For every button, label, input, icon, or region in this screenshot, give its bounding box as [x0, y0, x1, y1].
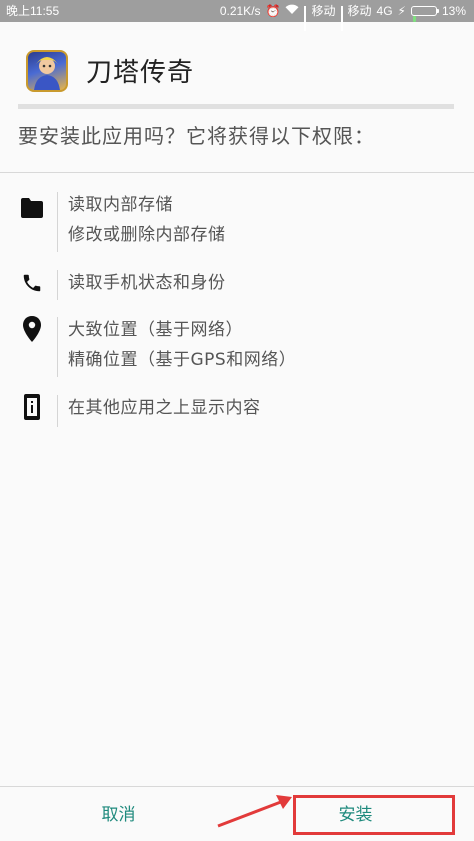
- folder-icon: [20, 196, 44, 220]
- app-title: 刀塔传奇: [86, 58, 195, 88]
- charging-icon: ⚡: [397, 4, 406, 18]
- permission-separator: [57, 317, 58, 377]
- permission-text: 在其他应用之上显示内容: [68, 398, 261, 418]
- carrier-1: 移动: [311, 4, 336, 18]
- location-pin-icon: [20, 316, 44, 342]
- info-device-icon: [20, 394, 44, 420]
- app-icon: [26, 50, 68, 92]
- permission-separator: [57, 192, 58, 252]
- annotation-highlight-box: [293, 795, 455, 835]
- permission-text: 大致位置（基于网络）: [68, 320, 243, 340]
- section-divider: [0, 172, 474, 173]
- permission-separator: [57, 270, 58, 300]
- permission-item-storage: 读取内部存储 修改或删除内部存储: [0, 190, 474, 268]
- signal-icon: [340, 6, 343, 31]
- cancel-button[interactable]: 取消: [0, 790, 237, 840]
- status-time: 晚上11:55: [6, 4, 60, 18]
- alarm-icon: ⏰: [265, 4, 281, 18]
- wifi-icon: [285, 0, 299, 22]
- permission-text: 精确位置（基于GPS和网络）: [68, 350, 297, 370]
- status-indicators: 0.21K/s ⏰ 移动 移动 4G ⚡ 13%: [219, 0, 466, 31]
- network-speed: 0.21K/s: [219, 4, 261, 18]
- permission-text: 修改或删除内部存储: [68, 225, 226, 245]
- app-header: 刀塔传奇: [0, 22, 474, 102]
- phone-icon: [20, 271, 44, 295]
- permission-text: 读取手机状态和身份: [68, 273, 226, 293]
- network-type: 4G: [376, 4, 393, 18]
- permission-text: 读取内部存储: [68, 195, 173, 215]
- permission-list: 读取内部存储 修改或删除内部存储 读取手机状态和身份 大致位置（基于网络） 精确…: [0, 190, 474, 433]
- status-bar: 晚上11:55 0.21K/s ⏰ 移动 移动 4G ⚡ 13%: [0, 0, 474, 31]
- permission-item-phone: 读取手机状态和身份: [0, 268, 474, 315]
- permission-item-overlay: 在其他应用之上显示内容: [0, 393, 474, 433]
- install-prompt: 要安装此应用吗？它将获得以下权限：: [18, 124, 375, 148]
- signal-icon: [304, 6, 307, 31]
- permission-separator: [57, 395, 58, 427]
- battery-icon: [410, 6, 439, 22]
- carrier-2: 移动: [347, 4, 372, 18]
- permission-item-location: 大致位置（基于网络） 精确位置（基于GPS和网络）: [0, 315, 474, 393]
- battery-percent: 13%: [441, 4, 466, 18]
- bottom-divider: [0, 786, 474, 787]
- header-divider: [18, 104, 454, 109]
